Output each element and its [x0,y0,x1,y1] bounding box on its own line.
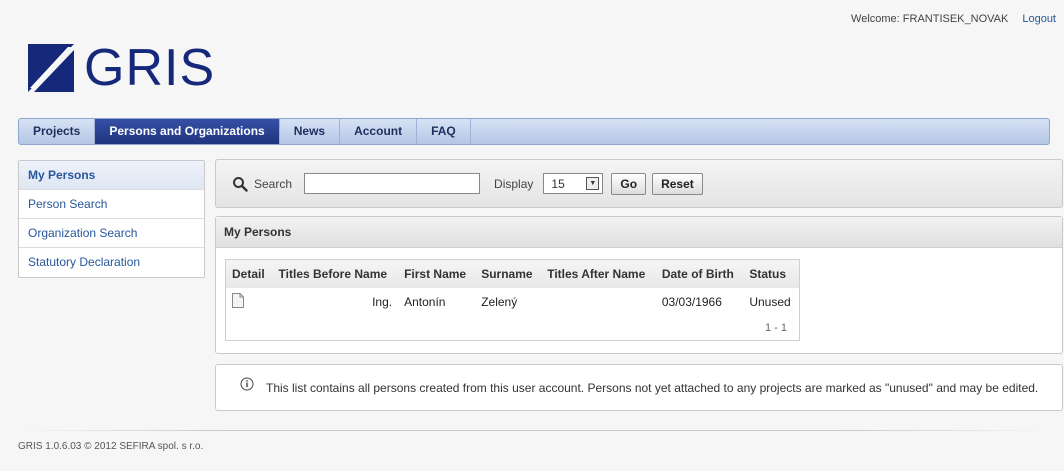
search-panel: Search Display 15 ▼ Go Reset [215,159,1063,208]
column-header-surname[interactable]: Surname [475,260,542,288]
column-header-date-of-birth[interactable]: Date of Birth [655,260,744,288]
tab-account[interactable]: Account [340,119,418,144]
main-nav: Projects Persons and Organizations News … [18,118,1050,145]
detail-cell[interactable] [226,288,273,316]
column-header-titles-before-name[interactable]: Titles Before Name [272,260,399,288]
sidebar-item-person-search[interactable]: Person Search [19,190,204,219]
my-persons-region: My Persons Detail Titles Before Name Fir… [215,216,1063,354]
display-label: Display [494,176,534,191]
logo[interactable]: GRIS [28,42,215,94]
gris-logo-icon [28,44,74,92]
sidebar-item-my-persons[interactable]: My Persons [19,161,204,190]
display-rows-value: 15 [551,176,565,191]
surname-cell: Zelený [481,295,518,309]
footer-text: GRIS 1.0.6.03 © 2012 SEFIRA spol. s r.o. [18,441,204,452]
document-icon[interactable] [232,293,244,308]
column-header-first-name[interactable]: First Name [398,260,476,288]
table-row: Ing. Antonín Zelený 03/03/1966 Unused [226,288,799,316]
info-region: This list contains all persons created f… [215,364,1063,411]
logo-text: GRIS [84,39,216,97]
top-bar: Welcome: FRANTISEK_NOVAK Logout [851,13,1056,25]
tab-label: Projects [33,124,81,138]
display-rows-select[interactable]: 15 ▼ [543,173,604,194]
region-title: My Persons [216,217,1062,248]
pagination: 1 - 1 [764,322,787,334]
tab-label: Account [354,124,403,138]
tab-label: Persons and Organizations [109,124,265,138]
info-icon [240,377,254,390]
sidebar: My Persons Person Search Organization Se… [18,160,205,278]
logout-link[interactable]: Logout [1022,13,1056,25]
titles-after-cell [541,288,656,316]
footer-divider [18,430,1048,431]
tab-label: News [293,124,326,138]
search-label: Search [254,176,293,191]
tab-label: FAQ [431,124,456,138]
sidebar-item-organization-search[interactable]: Organization Search [19,219,204,248]
search-icon [233,176,248,192]
persons-report: Detail Titles Before Name First Name Sur… [225,259,800,341]
date-of-birth-cell: 03/03/1966 [661,295,722,309]
tab-persons-and-organizations[interactable]: Persons and Organizations [95,119,280,144]
welcome-text: Welcome: FRANTISEK_NOVAK [851,13,1009,25]
tab-projects[interactable]: Projects [19,119,96,144]
column-header-detail[interactable]: Detail [226,260,273,288]
column-header-titles-after-name[interactable]: Titles After Name [541,260,656,288]
reset-button[interactable]: Reset [652,172,703,195]
titles-before-cell: Ing. [372,295,393,309]
search-input[interactable] [304,173,481,194]
table-header-row: Detail Titles Before Name First Name Sur… [226,260,799,288]
column-header-status[interactable]: Status [743,260,799,288]
go-button[interactable]: Go [611,172,647,195]
tab-news[interactable]: News [280,119,341,144]
persons-table: Detail Titles Before Name First Name Sur… [226,260,799,316]
info-text: This list contains all persons created f… [266,380,1039,395]
status-cell: Unused [749,295,791,309]
sidebar-item-statutory-declaration[interactable]: Statutory Declaration [19,248,204,277]
tab-faq[interactable]: FAQ [417,119,471,144]
first-name-cell: Antonín [404,295,446,309]
chevron-down-icon: ▼ [586,177,600,190]
